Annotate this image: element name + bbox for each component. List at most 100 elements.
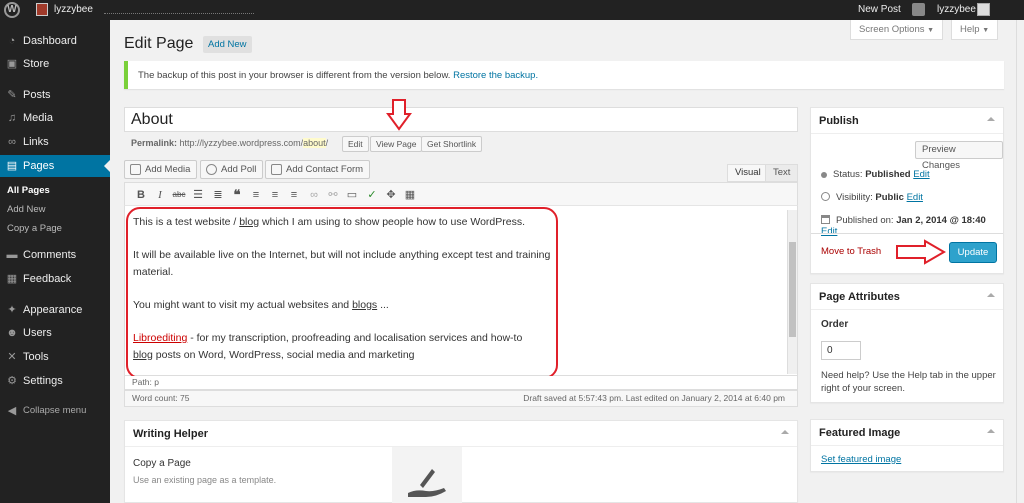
collapse-menu-button[interactable]: ◀ Collapse menu [0,400,110,422]
sidebar-item-posts[interactable]: ✎ Posts [0,84,110,106]
help-text: Need help? Use the Help tab in the upper… [821,370,996,394]
sidebar-item-feedback[interactable]: ▦ Feedback [0,268,110,290]
permalink-edit-button[interactable]: Edit [342,136,369,152]
admin-sidebar: ◔ Dashboard ▣ Store ✎ Posts ♫ Media ∞ Links ▤… [0,20,110,503]
submenu-add-new[interactable]: Add New [0,201,110,219]
site-icon[interactable] [36,3,48,16]
spellcheck-icon[interactable]: ✓ [365,188,379,202]
user-account-link[interactable]: lyzzybee [937,4,976,15]
update-button[interactable]: Update [949,242,997,263]
page-scrollbar[interactable] [1016,20,1024,503]
hand-pen-icon [408,469,446,497]
avatar[interactable] [977,3,990,16]
blockquote-icon[interactable]: ❝ [230,188,244,202]
add-media-button[interactable]: Add Media [124,160,198,179]
writing-helper-header[interactable]: Writing Helper [125,421,797,447]
sidebar-item-label: Media [23,112,53,124]
editor-scrollbar[interactable] [787,210,797,374]
help-button[interactable]: Help ▼ [951,20,999,40]
page-attributes-header[interactable]: Page Attributes [811,284,1003,310]
bold-icon[interactable]: B [134,188,148,202]
align-left-icon[interactable]: ≡ [249,188,263,202]
calendar-icon [821,215,830,224]
sidebar-item-settings[interactable]: ⚙ Settings [0,370,110,392]
pin-icon: ✎ [7,89,17,101]
scrollbar-thumb[interactable] [789,242,796,337]
visibility-edit-link[interactable]: Edit [907,192,923,203]
toolbar-toggle-icon[interactable]: ▦ [403,188,417,202]
get-shortlink-button[interactable]: Get Shortlink [421,136,483,152]
appearance-icon: ✦ [7,304,17,316]
sidebar-item-media[interactable]: ♫ Media [0,107,110,129]
bullet-list-icon[interactable]: ☰ [191,188,205,202]
read-more-icon[interactable]: ▭ [345,188,359,202]
featured-image-box: Featured Image Set featured image [810,419,1004,472]
set-featured-image-link[interactable]: Set featured image [821,454,901,465]
featured-image-header[interactable]: Featured Image [811,420,1003,446]
restore-backup-link[interactable]: Restore the backup. [453,70,538,81]
add-poll-button[interactable]: Add Poll [200,160,264,179]
link-icon[interactable]: ∞ [307,188,321,202]
pin-icon [821,172,827,178]
order-input[interactable]: 0 [821,341,861,360]
fullscreen-icon[interactable]: ✥ [384,188,398,202]
strikethrough-icon[interactable]: abc [172,188,186,202]
wordpress-logo-icon[interactable]: W [4,2,20,18]
editor-toolbar: B I abc ☰ ≣ ❝ ≡ ≡ ≡ ∞ ⚯ ▭ ✓ ✥ ▦ [124,182,798,206]
screen-options-button[interactable]: Screen Options ▼ [850,20,944,40]
sidebar-item-store[interactable]: ▣ Store [0,53,110,75]
admin-bar: W lyzzybee New Post lyzzybee [0,0,1024,20]
add-poll-label: Add Poll [221,164,257,175]
link-icon: ∞ [8,136,16,148]
sidebar-item-label: Links [23,136,49,148]
sidebar-item-tools[interactable]: ✕ Tools [0,346,110,368]
submenu-all-pages[interactable]: All Pages [0,182,110,200]
comment-icon[interactable] [912,3,925,16]
sidebar-item-links[interactable]: ∞ Links [0,131,110,153]
tab-text[interactable]: Text [765,164,799,182]
published-edit-link[interactable]: Edit [821,226,837,237]
down-arrow-annotation [386,99,412,131]
collapse-icon[interactable] [987,117,995,121]
sidebar-item-appearance[interactable]: ✦ Appearance [0,299,110,321]
italic-icon[interactable]: I [153,188,167,202]
sidebar-item-users[interactable]: ☻ Users [0,322,110,344]
sidebar-item-dashboard[interactable]: ◔ Dashboard [0,30,110,52]
tab-visual[interactable]: Visual [727,164,769,182]
sidebar-item-label: Settings [23,375,63,387]
unlink-icon[interactable]: ⚯ [326,188,340,202]
site-name-link[interactable]: lyzzybee [54,4,93,15]
sidebar-item-comments[interactable]: ▬ Comments [0,244,110,266]
feedback-icon: ▦ [6,273,18,285]
eye-icon [821,192,830,201]
view-page-button[interactable]: View Page [370,136,423,152]
sidebar-item-label: Dashboard [23,35,77,47]
add-contact-form-label: Add Contact Form [286,164,364,175]
sidebar-item-pages[interactable]: ▤ Pages [0,155,110,177]
add-contact-form-button[interactable]: Add Contact Form [265,160,371,179]
right-arrow-annotation [896,239,946,265]
permalink-slug[interactable]: about [303,138,326,148]
status-edit-link[interactable]: Edit [913,169,929,180]
tools-icon: ✕ [7,351,17,363]
collapse-icon[interactable] [781,430,789,434]
move-to-trash-link[interactable]: Move to Trash [821,246,881,257]
preview-changes-button[interactable]: Preview Changes [915,141,1003,171]
sidebar-item-label: Store [23,58,50,70]
numbered-list-icon[interactable]: ≣ [211,188,225,202]
align-center-icon[interactable]: ≡ [268,188,282,202]
status-row: Status: Published Edit [821,169,930,180]
content-highlight-annotation [126,207,558,379]
title-input[interactable]: About [124,107,798,132]
new-post-link[interactable]: New Post [858,4,901,15]
sidebar-item-label: Feedback [23,273,72,285]
visibility-row: Visibility: Public Edit [821,192,923,203]
copy-page-card[interactable] [392,447,462,503]
collapse-icon[interactable] [987,429,995,433]
add-new-button[interactable]: Add New [203,36,252,53]
collapse-icon[interactable] [987,293,995,297]
add-media-label: Add Media [145,164,191,175]
align-right-icon[interactable]: ≡ [287,188,301,202]
publish-header[interactable]: Publish [811,108,1003,134]
submenu-copy-a-page[interactable]: Copy a Page [0,220,110,238]
